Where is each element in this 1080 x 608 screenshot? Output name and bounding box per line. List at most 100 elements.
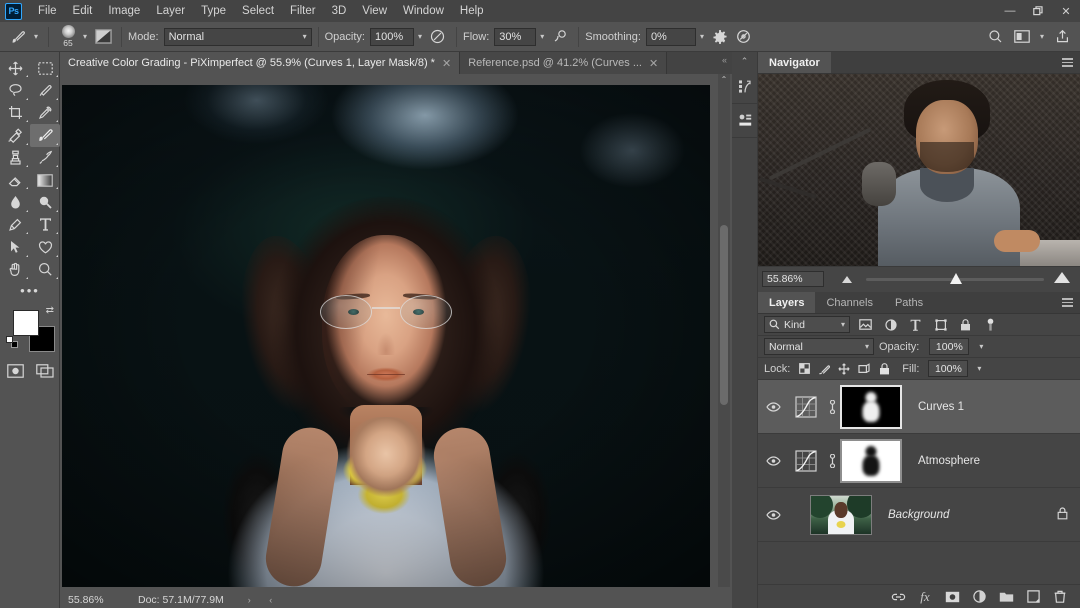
menu-type[interactable]: Type xyxy=(193,2,234,20)
tool-preset-caret-icon[interactable]: ▾ xyxy=(30,28,42,46)
add-layer-mask-icon[interactable] xyxy=(944,589,960,605)
hand-tool[interactable] xyxy=(0,259,30,281)
default-colors-icon[interactable] xyxy=(6,335,18,348)
history-brush-tool[interactable] xyxy=(30,147,60,169)
image-canvas[interactable] xyxy=(62,85,710,587)
layer-mask-link-icon[interactable] xyxy=(824,399,840,414)
restore-button[interactable] xyxy=(1024,0,1052,22)
opacity-input[interactable]: 100% xyxy=(369,27,414,46)
screen-mode-toggle[interactable] xyxy=(30,359,60,383)
layer-style-fx-icon[interactable]: fx xyxy=(917,589,933,605)
menu-3d[interactable]: 3D xyxy=(324,2,355,20)
table-row[interactable]: Background xyxy=(758,488,1080,542)
opacity-chevron-icon[interactable]: ▾ xyxy=(979,342,983,351)
menu-select[interactable]: Select xyxy=(234,2,282,20)
filter-toggle-icon[interactable] xyxy=(981,316,1000,333)
crop-tool[interactable] xyxy=(0,102,30,124)
fill-chevron-icon[interactable]: ▾ xyxy=(977,364,981,373)
path-selection-tool[interactable] xyxy=(0,236,30,258)
new-group-icon[interactable] xyxy=(998,589,1014,605)
close-icon[interactable]: ✕ xyxy=(442,57,451,70)
brush-size-preview[interactable]: 65 xyxy=(57,25,79,49)
collapse-panels-icon[interactable]: ⌃ xyxy=(732,52,757,70)
layer-opacity-input[interactable]: 100% xyxy=(929,338,970,355)
new-layer-icon[interactable] xyxy=(1025,589,1041,605)
pressure-opacity-toggle[interactable] xyxy=(426,25,450,49)
smoothing-options-gear[interactable] xyxy=(708,25,732,49)
delete-layer-icon[interactable] xyxy=(1052,589,1068,605)
menu-view[interactable]: View xyxy=(354,2,395,20)
canvas-vertical-scrollbar[interactable] xyxy=(718,85,730,587)
layer-visibility-toggle[interactable] xyxy=(758,455,788,467)
navigator-zoom-slider[interactable] xyxy=(840,271,1070,287)
dodge-tool[interactable] xyxy=(30,191,60,213)
status-zoom-level[interactable]: 55.86% xyxy=(68,594,130,606)
zoom-out-triangle-icon[interactable] xyxy=(842,275,852,283)
layer-blend-mode-select[interactable]: Normal ▾ xyxy=(764,338,874,355)
gradient-tool[interactable] xyxy=(30,169,60,191)
minimize-button[interactable]: — xyxy=(996,0,1024,22)
tab-layers[interactable]: Layers xyxy=(758,292,816,313)
layer-mask-link-icon[interactable] xyxy=(824,453,840,468)
shape-layer-filter-icon[interactable] xyxy=(931,316,950,333)
lasso-tool[interactable] xyxy=(0,79,30,101)
tab-channels[interactable]: Channels xyxy=(815,292,883,313)
lock-artboard-nesting-icon[interactable] xyxy=(856,361,872,377)
menu-image[interactable]: Image xyxy=(100,2,148,20)
tab-paths[interactable]: Paths xyxy=(884,292,934,313)
foreground-color-swatch[interactable] xyxy=(13,309,39,336)
zoom-in-triangle-icon[interactable] xyxy=(1054,271,1070,283)
swap-colors-icon[interactable]: ⇄ xyxy=(46,305,54,316)
layer-name[interactable]: Curves 1 xyxy=(918,401,964,413)
table-row[interactable]: Curves 1 xyxy=(758,380,1080,434)
layer-name[interactable]: Atmosphere xyxy=(918,455,980,467)
flow-chevron-icon[interactable]: ▾ xyxy=(536,28,548,46)
flow-input[interactable]: 30% xyxy=(494,27,537,46)
navigator-panel-menu-icon[interactable] xyxy=(1055,52,1080,73)
spot-healing-brush-tool[interactable] xyxy=(0,124,30,146)
layer-visibility-toggle[interactable] xyxy=(758,509,788,521)
menu-file[interactable]: File xyxy=(30,2,65,20)
layer-visibility-toggle[interactable] xyxy=(758,401,788,413)
filter-kind-select[interactable]: Kind ▾ xyxy=(764,316,850,333)
share-icon[interactable] xyxy=(1050,25,1074,49)
opacity-chevron-icon[interactable]: ▾ xyxy=(414,28,426,46)
menu-window[interactable]: Window xyxy=(395,2,452,20)
background-layer-thumbnail[interactable] xyxy=(810,494,872,535)
edit-toolbar-button[interactable]: ••• xyxy=(0,281,60,301)
adjustment-layer-thumbnail[interactable] xyxy=(788,389,824,425)
new-adjustment-layer-icon[interactable] xyxy=(971,589,987,605)
navigator-zoom-input[interactable]: 55.86% xyxy=(762,270,824,287)
search-icon[interactable] xyxy=(984,25,1008,49)
blend-mode-select[interactable]: Normal ▾ xyxy=(163,27,312,46)
close-button[interactable]: ✕ xyxy=(1052,0,1080,22)
menu-help[interactable]: Help xyxy=(452,2,492,20)
smoothing-chevron-icon[interactable]: ▾ xyxy=(696,28,708,46)
link-layers-icon[interactable] xyxy=(890,589,906,605)
pixel-layer-filter-icon[interactable] xyxy=(856,316,875,333)
move-tool[interactable] xyxy=(0,57,30,79)
table-row[interactable]: Atmosphere xyxy=(758,434,1080,488)
adjustment-layer-filter-icon[interactable] xyxy=(881,316,900,333)
current-tool-brush-icon[interactable] xyxy=(6,25,30,49)
layer-fill-input[interactable]: 100% xyxy=(928,360,969,377)
document-tab-active[interactable]: Creative Color Grading - PiXimperfect @ … xyxy=(60,52,461,74)
lock-image-pixels-icon[interactable] xyxy=(816,361,832,377)
pen-tool[interactable] xyxy=(0,214,30,236)
menu-edit[interactable]: Edit xyxy=(65,2,101,20)
rectangular-marquee-tool[interactable] xyxy=(30,57,60,79)
zoom-tool[interactable] xyxy=(30,259,60,281)
airbrush-toggle[interactable] xyxy=(548,25,572,49)
properties-panel-icon[interactable] xyxy=(732,104,758,138)
history-panel-icon[interactable] xyxy=(732,70,758,104)
eyedropper-tool[interactable] xyxy=(30,102,60,124)
type-tool[interactable] xyxy=(30,214,60,236)
brush-tool[interactable] xyxy=(30,124,60,147)
type-layer-filter-icon[interactable] xyxy=(906,316,925,333)
brush-settings-panel-icon[interactable] xyxy=(91,25,115,49)
zoom-slider-knob[interactable] xyxy=(950,272,963,284)
close-icon[interactable]: ✕ xyxy=(649,57,658,70)
lock-position-icon[interactable] xyxy=(836,361,852,377)
document-tab-reference[interactable]: Reference.psd @ 41.2% (Curves ... ✕ xyxy=(460,52,668,74)
layer-mask-thumbnail[interactable] xyxy=(840,438,902,483)
